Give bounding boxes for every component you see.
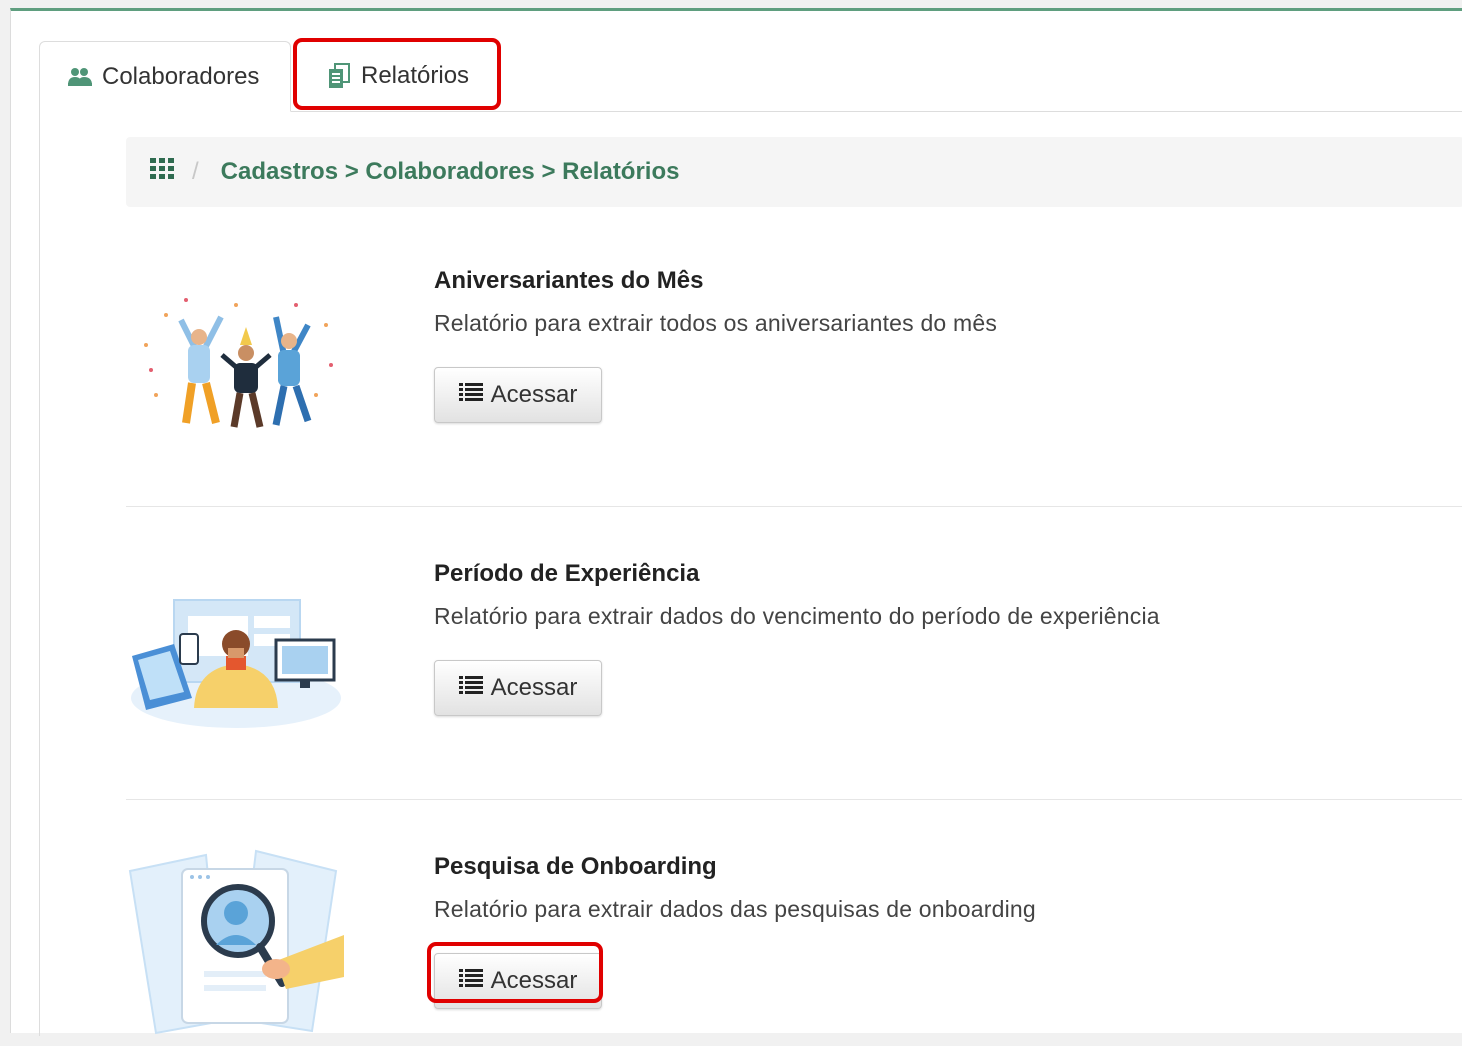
report-divider	[126, 799, 1462, 800]
access-button-label: Acessar	[490, 967, 578, 994]
report-description: Relatório para extrair dados do vencimen…	[434, 603, 1160, 629]
breadcrumb: / Cadastros > Colaboradores > Relatórios	[126, 137, 1462, 207]
tab-relatorios[interactable]: Relatórios	[295, 41, 501, 111]
breadcrumb-path[interactable]: Cadastros > Colaboradores > Relatórios	[221, 158, 680, 186]
breadcrumb-separator: /	[192, 158, 199, 185]
access-button-experiencia[interactable]: Acessar	[434, 660, 602, 716]
access-button-onboarding[interactable]: Acessar	[434, 953, 602, 1009]
report-divider	[126, 506, 1462, 507]
tab-bar: Colaboradores Relatórios	[39, 41, 1462, 112]
report-description: Relatório para extrair todos os aniversa…	[434, 310, 998, 336]
tab-colaboradores-label: Colaboradores	[102, 62, 260, 90]
reports-content: / Cadastros > Colaboradores > Relatórios	[39, 111, 1462, 1036]
celebration-illustration	[126, 255, 346, 455]
report-description: Relatório para extrair dados das pesquis…	[434, 896, 1036, 922]
report-title: Período de Experiência	[434, 560, 700, 587]
list-icon	[458, 674, 483, 702]
report-title: Pesquisa de Onboarding	[434, 853, 717, 880]
list-icon	[458, 967, 483, 995]
report-card-experiencia: Período de Experiência Relatório para ex…	[126, 508, 1462, 800]
tab-relatorios-label: Relatórios	[361, 62, 470, 89]
apps-grid-icon[interactable]	[150, 157, 174, 187]
tab-colaboradores[interactable]: Colaboradores	[39, 41, 291, 112]
access-button-aniversariantes[interactable]: Acessar	[434, 367, 602, 423]
report-card-aniversariantes: Aniversariantes do Mês Relatório para ex…	[126, 215, 1462, 507]
search-profile-illustration	[126, 841, 346, 1041]
workstation-illustration	[126, 548, 346, 748]
report-card-onboarding: Pesquisa de Onboarding Relatório para ex…	[126, 801, 1462, 1036]
users-icon	[66, 63, 94, 91]
list-icon	[458, 381, 483, 409]
main-panel: Colaboradores Relatórios / Cadastros > C…	[10, 8, 1462, 1036]
access-button-label: Acessar	[490, 674, 578, 701]
access-button-label: Acessar	[490, 381, 578, 408]
report-title: Aniversariantes do Mês	[434, 267, 704, 294]
reports-icon	[325, 62, 353, 90]
